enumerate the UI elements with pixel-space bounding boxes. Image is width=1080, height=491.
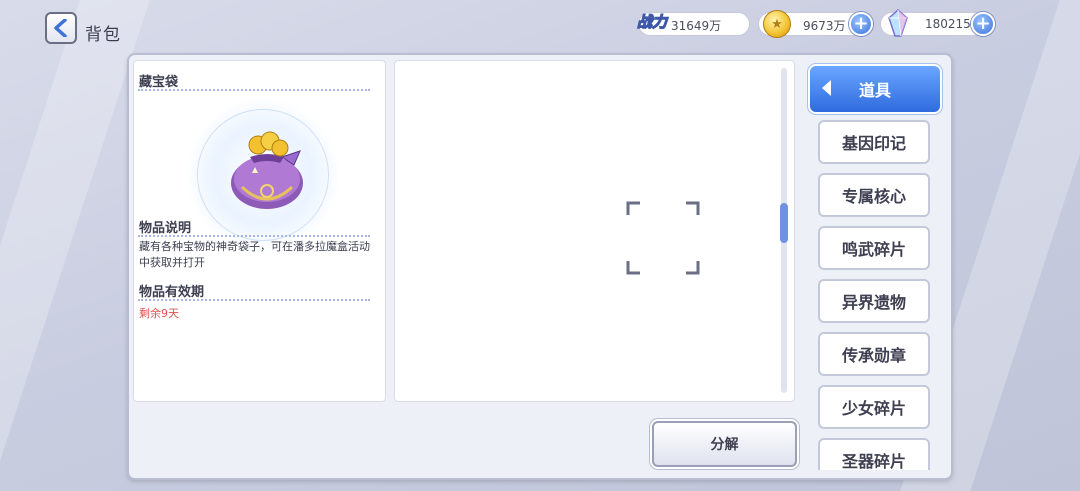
category-active-label: 道具 <box>858 81 891 100</box>
category-tab[interactable]: 传承勋章 <box>818 332 930 376</box>
coin-display: ★ 9673万 + <box>758 10 873 38</box>
coin-value: 9673万 <box>803 19 846 33</box>
expiry-heading: 物品有效期 <box>139 285 205 300</box>
category-tab[interactable]: 基因印记 <box>818 120 930 164</box>
selection-frame <box>626 201 700 275</box>
page-title: 背包 <box>85 25 121 45</box>
category-list: 基因印记 专属核心 鸣武碎片 异界遗物 传承勋章 少女碎片 圣器碎片 <box>805 115 945 470</box>
item-detail-pane: 藏宝袋 物品说明 藏有各种宝物的神奇袋子，可在潘多拉魔盒活动中获取并打开 物品有… <box>133 60 386 402</box>
back-button[interactable] <box>45 12 77 44</box>
power-value: 31649万 <box>671 19 722 33</box>
power-display: 战力 31649万 <box>636 12 750 36</box>
category-tab[interactable]: 圣器碎片 <box>818 438 930 470</box>
category-tab[interactable]: 少女碎片 <box>818 385 930 429</box>
category-tab[interactable]: 专属核心 <box>818 173 930 217</box>
divider <box>138 299 370 301</box>
grid-scrollbar-thumb[interactable] <box>780 203 788 243</box>
gem-value: 180215 <box>925 17 971 31</box>
treasure-bag-icon <box>231 131 303 209</box>
gem-display: 180215 + <box>880 9 995 37</box>
item-name: 藏宝袋 <box>139 75 179 90</box>
gem-icon <box>888 9 908 37</box>
category-tab[interactable]: 异界遗物 <box>818 279 930 323</box>
arrow-left-icon <box>822 80 831 96</box>
divider <box>138 89 370 91</box>
category-items-tab[interactable]: 道具 <box>810 66 940 112</box>
coin-icon: ★ <box>763 10 791 38</box>
item-grid[interactable] <box>394 60 795 402</box>
add-coins-button[interactable]: + <box>849 12 873 36</box>
chevron-left-icon <box>54 19 67 37</box>
add-gems-button[interactable]: + <box>971 12 995 36</box>
category-tab[interactable]: 鸣武碎片 <box>818 226 930 270</box>
divider <box>138 235 370 237</box>
description-heading: 物品说明 <box>139 221 192 236</box>
item-description: 藏有各种宝物的神奇袋子，可在潘多拉魔盒活动中获取并打开 <box>139 240 370 269</box>
power-label: 战力 <box>636 12 668 31</box>
expiry-text: 剩余9天 <box>139 307 179 320</box>
decompose-button[interactable]: 分解 <box>652 421 797 467</box>
